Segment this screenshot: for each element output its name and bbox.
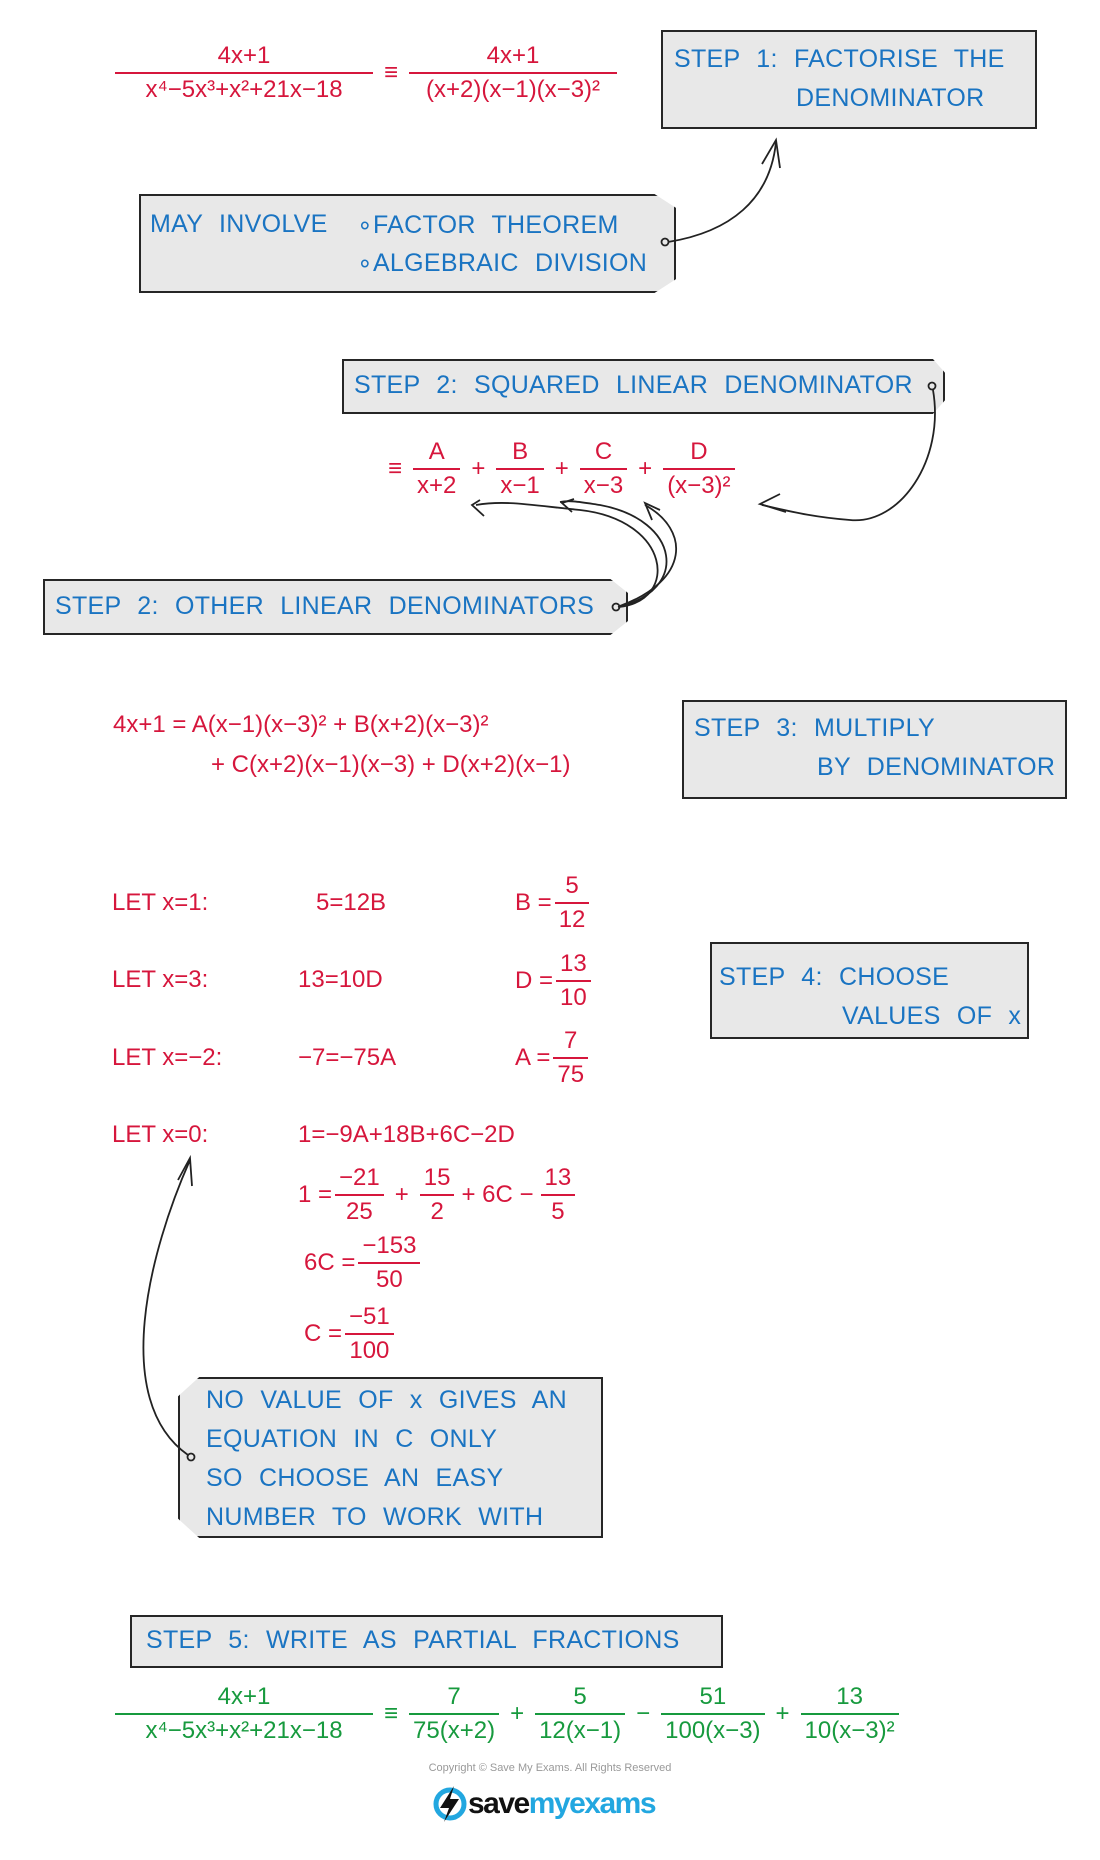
copyright-text: Copyright © Save My Exams. All Rights Re… bbox=[428, 1762, 672, 1774]
arrows-other-to-ABC bbox=[470, 498, 677, 612]
lightning-bolt-icon bbox=[433, 1786, 467, 1822]
arrow-involve-to-step1 bbox=[660, 137, 781, 247]
annotation-arrows bbox=[142, 137, 937, 1462]
arrow-squared-to-D bbox=[757, 381, 937, 521]
save-my-exams-logo: save myexams bbox=[432, 1784, 657, 1824]
arrow-novalue-to-x0 bbox=[142, 1154, 196, 1462]
